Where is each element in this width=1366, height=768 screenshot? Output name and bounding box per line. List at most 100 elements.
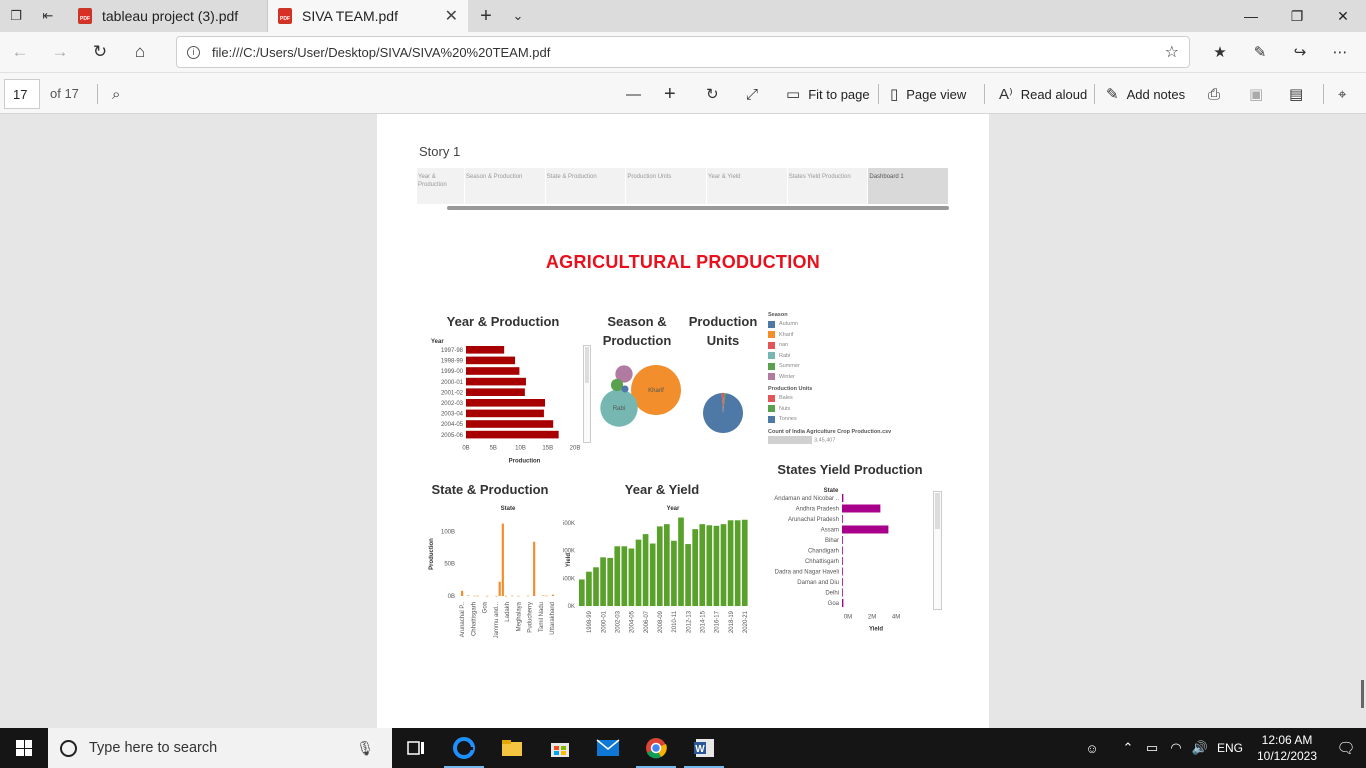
bar [473,595,476,597]
chart-scrollbar[interactable] [933,491,942,610]
search-icon[interactable]: ⌕ [112,73,128,115]
mail-icon[interactable] [584,728,632,768]
more-options-icon[interactable]: ⋯ [1320,32,1360,72]
minimize-button[interactable]: — [1228,0,1274,32]
chrome-icon[interactable] [632,728,680,768]
fullscreen-icon[interactable]: ⤢ [746,73,766,115]
x-axis-label: State [501,506,516,512]
tab-list-chevron-icon[interactable]: ⌄ [502,0,534,32]
page-scrollbar[interactable] [1361,680,1364,708]
bar [842,536,843,544]
read-aloud-button[interactable]: A⁾ Read aloud [999,73,1087,115]
microphone-icon[interactable]: 🎙 [356,740,374,757]
pdf-file-icon: PDF [78,8,92,24]
tick-label: 2018-19 [729,610,735,633]
story-tab-year-production[interactable]: Year & Production [417,168,465,204]
back-arrow-icon[interactable]: ← [0,32,40,72]
print-icon[interactable]: ⎙ [1208,73,1228,115]
info-icon[interactable]: i [187,45,200,59]
tab-tableau-project[interactable]: PDF tableau project (3).pdf [68,0,268,32]
favorites-icon[interactable]: ★ [1200,32,1240,72]
new-tab-button[interactable]: + [470,0,502,32]
legend-season-nan[interactable]: nan [768,340,918,351]
close-window-button[interactable]: ✕ [1320,0,1366,32]
legend-season-kharif[interactable]: Kharif [768,330,918,341]
x-axis-label: Yield [869,627,883,633]
legend-unit-nuts[interactable]: Nuts [768,404,918,415]
legend-season-autumn[interactable]: Autumn [768,319,918,330]
tick-label: Arunachal Pradesh [788,517,839,523]
story-tab-states-yield[interactable]: States Yield Production [788,168,869,204]
legend-label: Summer [779,363,800,370]
story-tab-dashboard[interactable]: Dashboard 1 [868,168,950,204]
bar [545,595,548,597]
bar [542,595,545,596]
page-number-input[interactable]: 17 [4,79,40,109]
save-icon[interactable]: ▣ [1249,73,1271,115]
restore-button[interactable]: ❐ [1274,0,1320,32]
notifications-icon[interactable]: 🗨 [1326,739,1366,757]
vertical-tabs-icon[interactable]: ⇤ [32,0,64,32]
legend-season-summer[interactable]: Summer [768,361,918,372]
fit-to-page-button[interactable]: ▭ Fit to page [786,73,870,115]
state-production-chart: State Production 0B 50B 100B Arunachal P.. Chh… [429,506,556,638]
legend-unit-tonnes[interactable]: Tonnes [768,414,918,425]
refresh-icon[interactable]: ↻ [80,32,120,72]
forward-arrow-icon[interactable]: → [40,32,80,72]
zoom-out-icon[interactable]: — [626,73,649,115]
language-indicator[interactable]: ENG [1212,741,1248,755]
people-icon[interactable]: ☺ [1080,741,1104,756]
bar [614,546,621,606]
share-icon[interactable]: ↪ [1280,32,1320,72]
page-view-label: Page view [906,86,967,102]
tick-label: 2001-02 [441,390,464,396]
url-text: file:///C:/Users/User/Desktop/SIVA/SIVA%… [212,44,551,60]
bar [664,524,670,606]
page-view-button[interactable]: ▯ Page view [890,73,966,115]
task-view-icon[interactable] [392,728,440,768]
volume-icon[interactable]: 🔊 [1188,740,1212,756]
tick-label: Delhi [825,591,839,597]
bar [842,525,889,534]
pdf-page: Story 1 Year & Production Season & Produ… [377,114,989,728]
edge-browser-icon[interactable] [440,728,488,768]
story-scrollbar[interactable] [447,206,949,210]
story-tab-season-production[interactable]: Season & Production [465,168,546,204]
battery-icon[interactable]: ▭ [1140,740,1164,756]
home-icon[interactable]: ⌂ [120,32,160,72]
bar [649,543,656,606]
close-tab-icon[interactable]: ✕ [445,6,458,26]
legend-season-winter[interactable]: Winter [768,372,918,383]
taskbar-search[interactable]: Type here to search 🎙 [48,728,392,768]
favorite-star-icon[interactable]: ☆ [1165,42,1179,62]
pdf-document-area[interactable]: Story 1 Year & Production Season & Produ… [0,114,1366,728]
clock[interactable]: 12:06 AM 10/12/2023 [1248,732,1326,764]
story-tab-production-units[interactable]: Production Units [626,168,708,204]
add-notes-label: Add notes [1126,86,1186,102]
bar [842,588,843,597]
add-notes-button[interactable]: ✎ Add notes [1106,73,1185,115]
chart-scrollbar[interactable] [583,345,591,443]
bar [501,523,504,596]
tick-label: 5B [490,445,497,451]
rotate-icon[interactable]: ↻ [706,73,727,115]
tab-siva-team[interactable]: PDF SIVA TEAM.pdf ✕ [268,0,468,32]
url-field[interactable]: i file:///C:/Users/User/Desktop/SIVA/SIV… [176,36,1190,68]
chevron-up-icon[interactable]: ⌃ [1116,740,1140,756]
legend-unit-bales[interactable]: Bales [768,393,918,404]
story-tab-state-production[interactable]: State & Production [546,168,627,204]
wifi-icon[interactable]: ◠ [1164,740,1188,756]
tab-actions-icon[interactable]: ❐ [0,0,32,32]
toolbar-divider [97,84,98,104]
save-as-icon[interactable]: ▤ [1289,73,1311,115]
word-icon[interactable]: W [680,728,728,768]
zoom-in-icon[interactable]: + [664,73,684,115]
legend-count-title: Count of India Agriculture Crop Producti… [768,428,892,435]
store-icon[interactable] [536,728,584,768]
pin-toolbar-icon[interactable]: ⌖ [1338,73,1354,115]
start-button[interactable] [0,728,48,768]
file-explorer-icon[interactable] [488,728,536,768]
legend-season-rabi[interactable]: Rabi [768,351,918,362]
pen-icon[interactable]: ✎ [1240,32,1280,72]
story-tab-year-yield[interactable]: Year & Yield [707,168,788,204]
